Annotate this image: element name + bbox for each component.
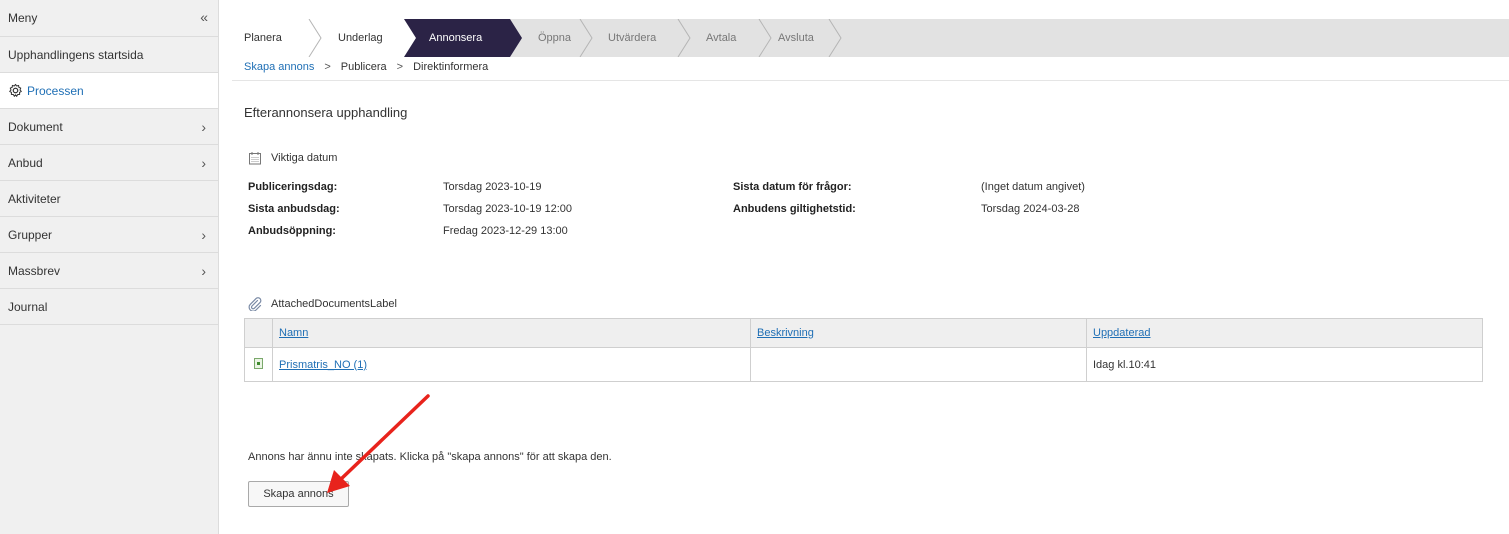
process-stepper: Planera Underlag Annonsera Öppna Utvärde… (232, 19, 1509, 57)
chevron-right-icon: › (201, 154, 206, 171)
column-header-namn[interactable]: Namn (272, 318, 751, 348)
sidebar-item-aktiviteter[interactable]: Aktiviteter (0, 181, 218, 217)
collapse-menu-icon[interactable]: « (200, 9, 208, 25)
page-title: Efterannonsera upphandling (244, 105, 408, 120)
date-value-text: Fredag 2023-12-29 13:00 (443, 225, 568, 237)
sort-link-namn[interactable]: Namn (279, 327, 308, 339)
date-value: (Inget datum angivet) (981, 181, 1085, 193)
notice-text: Annons har ännu inte skapats. Klicka på … (248, 451, 612, 463)
step-label: Avtala (706, 32, 737, 44)
chevron-right-icon: › (201, 118, 206, 135)
date-label: Publiceringsdag: (248, 181, 337, 193)
date-label: Sista anbudsdag: (248, 203, 340, 215)
sidebar-item-journal[interactable]: Journal (0, 289, 218, 325)
date-label-text: Anbudsöppning: (248, 225, 336, 237)
sidebar: Meny « Upphandlingens startsida Processe… (0, 0, 219, 534)
sidebar-item-anbud[interactable]: Anbud › (0, 145, 218, 181)
date-value: Fredag 2023-12-29 13:00 (443, 225, 568, 237)
substep-separator: > (324, 61, 331, 73)
table-header-row: Namn Beskrivning Uppdaterad (244, 318, 1483, 348)
step-label: Underlag (338, 32, 383, 44)
step-avsluta[interactable]: Avsluta (778, 19, 814, 57)
sidebar-item-startsida[interactable]: Upphandlingens startsida (0, 37, 218, 73)
step-label: Öppna (538, 32, 572, 44)
step-label: Planera (244, 32, 282, 44)
sidebar-item-label: Processen (27, 83, 84, 98)
main-content: Planera Underlag Annonsera Öppna Utvärde… (232, 0, 1509, 534)
date-value: Torsdag 2023-10-19 (443, 181, 541, 193)
column-header-uppdaterad[interactable]: Uppdaterad (1086, 318, 1483, 348)
step-label: Annonsera (429, 32, 483, 44)
substep-skapa-annons[interactable]: Skapa annons (244, 61, 314, 73)
sort-link-uppdaterad[interactable]: Uppdaterad (1093, 327, 1151, 339)
gear-icon (8, 83, 23, 98)
skapa-annons-button[interactable]: Skapa annons (248, 481, 349, 507)
excel-file-icon (254, 357, 263, 369)
date-value: Torsdag 2023-10-19 12:00 (443, 203, 572, 215)
date-label-text: Publiceringsdag: (248, 181, 338, 193)
step-oppna[interactable]: Öppna (538, 19, 571, 57)
sidebar-menu-label: Meny (8, 11, 38, 25)
sidebar-item-grupper[interactable]: Grupper › (0, 217, 218, 253)
substep-direktinformera[interactable]: Direktinformera (413, 61, 488, 73)
important-dates-label: Viktiga datum (271, 152, 338, 164)
sidebar-item-massbrev[interactable]: Massbrev › (0, 253, 218, 289)
date-value-text: Torsdag 2023-10-19 12:00 (443, 203, 573, 215)
step-annonsera[interactable]: Annonsera (429, 19, 482, 57)
date-label-text: Anbudens giltighetstid: (733, 203, 856, 215)
calendar-icon (248, 151, 262, 165)
sidebar-menu-header: Meny « (0, 0, 218, 37)
step-planera[interactable]: Planera (244, 19, 282, 57)
date-value-text: Torsdag 2023-10-19 (443, 181, 542, 193)
sidebar-item-label: Grupper (8, 227, 53, 242)
table-cell-description (750, 347, 1087, 382)
sidebar-item-label: Dokument (8, 119, 63, 134)
sub-steps-breadcrumb: Skapa annons > Publicera > Direktinforme… (244, 61, 488, 73)
chevron-right-icon: › (201, 226, 206, 243)
divider (232, 80, 1509, 81)
attached-documents-heading: AttachedDocumentsLabel (248, 297, 397, 312)
column-header-beskrivning[interactable]: Beskrivning (750, 318, 1087, 348)
important-dates-heading: Viktiga datum (248, 151, 337, 165)
attached-documents-label: AttachedDocumentsLabel (271, 298, 397, 310)
stepper-background (232, 19, 842, 57)
document-link[interactable]: Prismatris_NO (1) (279, 359, 367, 371)
step-label: Avsluta (778, 32, 814, 44)
step-label: Utvärdera (608, 32, 657, 44)
table-cell-icon (244, 347, 273, 382)
substep-separator: > (396, 61, 404, 73)
table-row: Prismatris_NO (1) Idag kl.10:41 (244, 347, 1483, 382)
chevron-right-icon: › (201, 262, 206, 279)
sidebar-item-label: Anbud (8, 155, 43, 170)
sidebar-item-label: Massbrev (8, 263, 61, 278)
table-cell-updated: Idag kl.10:41 (1086, 347, 1483, 382)
step-avtala[interactable]: Avtala (706, 19, 736, 57)
date-value-text: (Inget datum angivet) (981, 181, 1085, 193)
sidebar-item-label: Aktiviteter (8, 191, 61, 206)
documents-table: Namn Beskrivning Uppdaterad Prismatris_N… (244, 318, 1483, 382)
sidebar-item-label: Upphandlingens startsida (8, 47, 144, 62)
date-label-text: Sista anbudsdag: (248, 203, 340, 215)
sidebar-item-label: Journal (8, 299, 48, 314)
date-label: Sista datum för frågor: (733, 181, 852, 193)
date-label-text: Sista datum för frågor: (733, 181, 852, 193)
date-label: Anbudsöppning: (248, 225, 336, 237)
paperclip-icon (248, 297, 262, 312)
substep-publicera[interactable]: Publicera (341, 61, 387, 73)
date-label: Anbudens giltighetstid: (733, 203, 856, 215)
sort-link-beskrivning[interactable]: Beskrivning (757, 327, 814, 339)
table-cell-name: Prismatris_NO (1) (272, 347, 751, 382)
sidebar-item-processen[interactable]: Processen (0, 73, 218, 109)
date-value-text: Torsdag 2024-03-28 (981, 203, 1080, 215)
date-value: Torsdag 2024-03-28 (981, 203, 1079, 215)
sidebar-item-dokument[interactable]: Dokument › (0, 109, 218, 145)
step-utvardera[interactable]: Utvärdera (608, 19, 656, 57)
table-header-icon-col (244, 318, 273, 348)
step-underlag[interactable]: Underlag (338, 19, 383, 57)
